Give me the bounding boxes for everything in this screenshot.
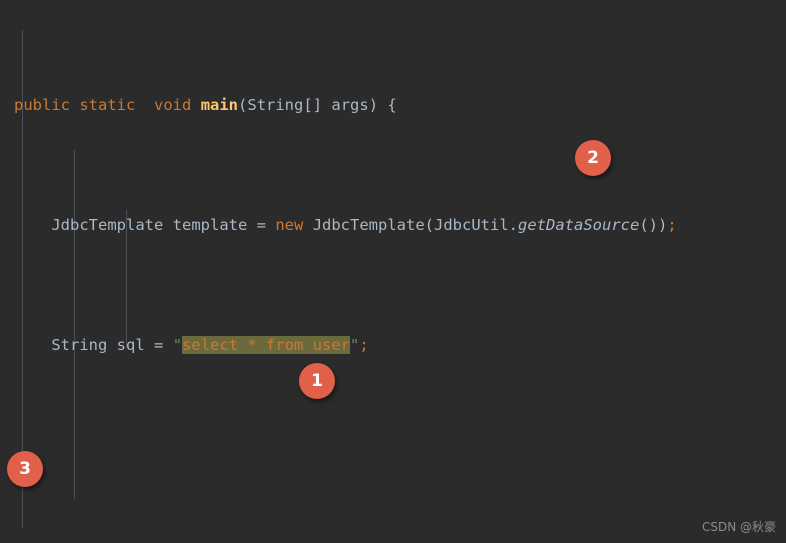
punct-paren-close: ) bbox=[368, 96, 379, 114]
token-type-string: String bbox=[247, 96, 304, 114]
token-keyword-public: public bbox=[14, 96, 70, 114]
token-var-sql: sql bbox=[116, 336, 145, 354]
token-method-getdatasource: getDataSource bbox=[518, 216, 640, 234]
token-method-main: main bbox=[200, 96, 239, 114]
punct-brackets: [] bbox=[303, 96, 323, 114]
annotation-badge-1: 1 bbox=[299, 363, 335, 399]
quote-open: " bbox=[172, 336, 183, 354]
punct-paren: ( bbox=[424, 216, 435, 234]
token-keyword-static: static bbox=[79, 96, 136, 114]
punct-paren-open: ( bbox=[238, 96, 248, 114]
token-class-jdbcutil: JdbcUtil bbox=[434, 216, 509, 234]
punct-semicolon: ; bbox=[667, 216, 677, 234]
punct-assign-2: = bbox=[154, 336, 164, 354]
punct-semicolon-2: ; bbox=[359, 336, 369, 354]
code-line-4-blank[interactable] bbox=[0, 450, 786, 480]
annotation-badge-2: 2 bbox=[575, 140, 611, 176]
punct-dot: . bbox=[508, 216, 519, 234]
code-editor-screenshot: public static void main(String[] args) {… bbox=[0, 0, 786, 543]
punct-assign: = bbox=[256, 216, 266, 234]
token-type-jdbctemplate: JdbcTemplate bbox=[51, 216, 164, 234]
code-line-1[interactable]: public static void main(String[] args) { bbox=[0, 90, 786, 120]
code-line-2[interactable]: JdbcTemplate template = new JdbcTemplate… bbox=[0, 210, 786, 240]
annotation-badge-3: 3 bbox=[7, 451, 43, 487]
quote-close: " bbox=[350, 336, 360, 354]
punct-brace-open: { bbox=[387, 96, 397, 114]
code-content[interactable]: public static void main(String[] args) {… bbox=[0, 0, 786, 543]
token-type-string-decl: String bbox=[51, 336, 108, 354]
punct-parens: ()) bbox=[639, 216, 668, 234]
sql-string-selection[interactable]: select * from user bbox=[182, 336, 351, 354]
token-var-template: template bbox=[172, 216, 248, 234]
token-var-args: args bbox=[331, 96, 369, 114]
token-keyword-new: new bbox=[275, 216, 304, 234]
code-line-3[interactable]: String sql = "select * from user"; bbox=[0, 330, 786, 360]
token-ctor-jdbctemplate: JdbcTemplate bbox=[312, 216, 425, 234]
token-keyword-void: void bbox=[154, 96, 192, 114]
csdn-watermark: CSDN @秋豪 bbox=[701, 520, 776, 534]
